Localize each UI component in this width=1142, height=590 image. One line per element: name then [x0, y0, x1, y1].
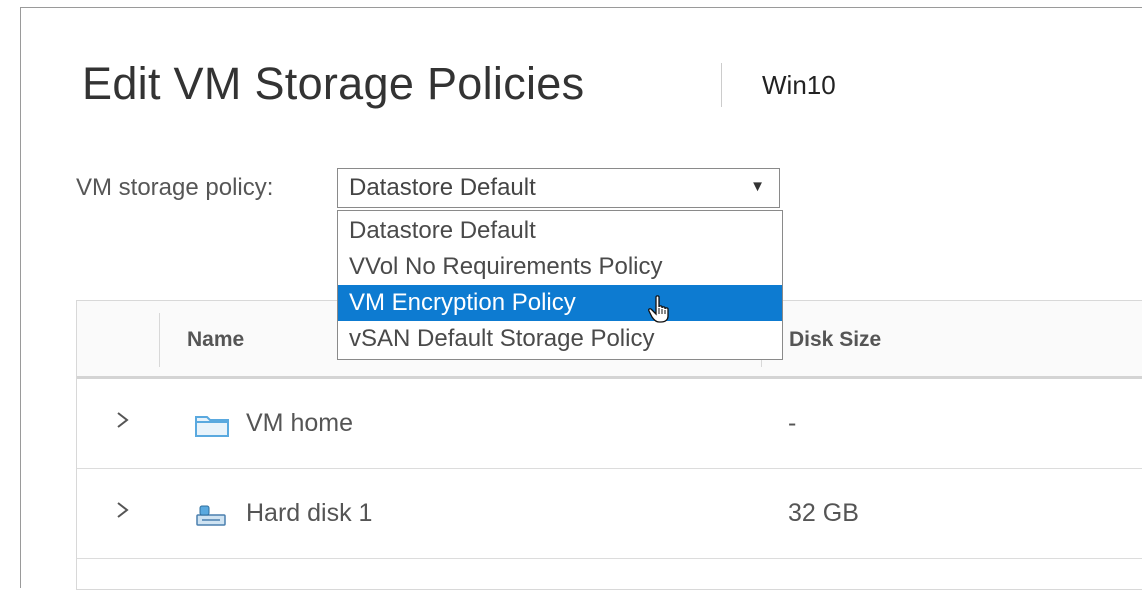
column-header-disk-size[interactable]: Disk Size — [789, 328, 881, 352]
policy-dropdown-list: Datastore Default VVol No Requirements P… — [337, 210, 783, 360]
policy-option-vsan-default[interactable]: vSAN Default Storage Policy — [338, 321, 782, 357]
policy-select[interactable]: Datastore Default ▼ — [337, 168, 780, 208]
table-row[interactable]: VM home - — [77, 379, 1142, 469]
vm-name: Win10 — [762, 70, 836, 100]
policy-select-value: Datastore Default — [349, 174, 536, 201]
row-disk-size: - — [788, 409, 797, 437]
row-name: Hard disk 1 — [246, 499, 373, 527]
row-name: VM home — [246, 409, 353, 437]
row-disk-size: 32 GB — [788, 499, 859, 527]
chevron-right-icon[interactable] — [113, 405, 133, 435]
dialog-title: Edit VM Storage Policies — [82, 58, 585, 109]
policy-label: VM storage policy: — [76, 174, 274, 201]
table-row[interactable]: Hard disk 1 32 GB — [77, 469, 1142, 559]
chevron-down-icon: ▼ — [750, 178, 765, 195]
column-separator[interactable] — [159, 313, 160, 367]
policy-option-vm-encryption[interactable]: VM Encryption Policy — [338, 285, 782, 321]
column-header-name[interactable]: Name — [187, 328, 244, 352]
policy-option-datastore-default[interactable]: Datastore Default — [338, 213, 782, 249]
title-divider — [721, 63, 722, 107]
hard-disk-icon — [196, 505, 226, 526]
policy-option-vvol-no-requirements[interactable]: VVol No Requirements Policy — [338, 249, 782, 285]
folder-icon — [195, 416, 229, 437]
chevron-right-icon[interactable] — [113, 495, 133, 525]
hand-cursor-icon — [648, 295, 669, 323]
